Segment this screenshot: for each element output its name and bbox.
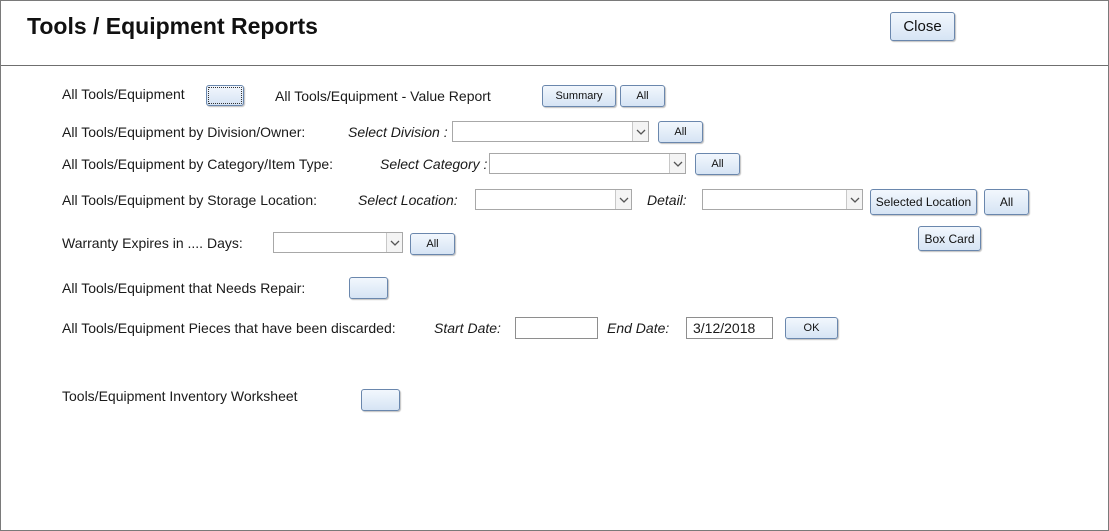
chevron-down-icon[interactable] bbox=[632, 122, 648, 141]
all-tools-label: All Tools/Equipment bbox=[62, 86, 185, 102]
value-report-label: All Tools/Equipment - Value Report bbox=[275, 88, 491, 104]
worksheet-report-button[interactable] bbox=[361, 389, 400, 411]
category-all-button[interactable]: All bbox=[695, 153, 740, 175]
discarded-row-label: All Tools/Equipment Pieces that have bee… bbox=[62, 320, 396, 336]
end-date-label: End Date: bbox=[607, 320, 670, 336]
end-date-input[interactable]: 3/12/2018 bbox=[686, 317, 773, 339]
select-division-label: Select Division : bbox=[348, 124, 448, 140]
value-report-all-button[interactable]: All bbox=[620, 85, 665, 107]
discarded-ok-button[interactable]: OK bbox=[785, 317, 838, 339]
repair-report-button[interactable] bbox=[349, 277, 388, 299]
select-location-label: Select Location: bbox=[358, 192, 458, 208]
location-row-label: All Tools/Equipment by Storage Location: bbox=[62, 192, 318, 208]
warranty-row-label: Warranty Expires in .... Days: bbox=[62, 235, 243, 251]
box-card-button[interactable]: Box Card bbox=[918, 226, 981, 251]
division-row-label: All Tools/Equipment by Division/Owner: bbox=[62, 124, 306, 140]
select-category-label: Select Category : bbox=[380, 156, 488, 172]
chevron-down-icon[interactable] bbox=[615, 190, 631, 209]
page-title: Tools / Equipment Reports bbox=[27, 13, 318, 39]
close-button[interactable]: Close bbox=[890, 12, 955, 41]
worksheet-row-label: Tools/Equipment Inventory Worksheet bbox=[62, 388, 298, 404]
repair-row-label: All Tools/Equipment that Needs Repair: bbox=[62, 280, 306, 296]
all-tools-report-button[interactable] bbox=[206, 85, 244, 106]
start-date-label: Start Date: bbox=[434, 320, 501, 336]
start-date-input[interactable] bbox=[515, 317, 598, 339]
category-select[interactable] bbox=[489, 153, 686, 174]
reports-form: Tools / Equipment Reports Close All Tool… bbox=[0, 0, 1109, 531]
division-select[interactable] bbox=[452, 121, 649, 142]
chevron-down-icon[interactable] bbox=[386, 233, 402, 252]
chevron-down-icon[interactable] bbox=[669, 154, 685, 173]
form-header: Tools / Equipment Reports Close bbox=[1, 1, 1108, 66]
value-report-summary-button[interactable]: Summary bbox=[542, 85, 616, 107]
detail-label: Detail: bbox=[647, 192, 687, 208]
category-row-label: All Tools/Equipment by Category/Item Typ… bbox=[62, 156, 334, 172]
chevron-down-icon[interactable] bbox=[846, 190, 862, 209]
location-all-button[interactable]: All bbox=[984, 189, 1029, 215]
selected-location-button[interactable]: Selected Location bbox=[870, 189, 977, 215]
division-all-button[interactable]: All bbox=[658, 121, 703, 143]
detail-select[interactable] bbox=[702, 189, 863, 210]
warranty-days-select[interactable] bbox=[273, 232, 403, 253]
warranty-all-button[interactable]: All bbox=[410, 233, 455, 255]
location-select[interactable] bbox=[475, 189, 632, 210]
